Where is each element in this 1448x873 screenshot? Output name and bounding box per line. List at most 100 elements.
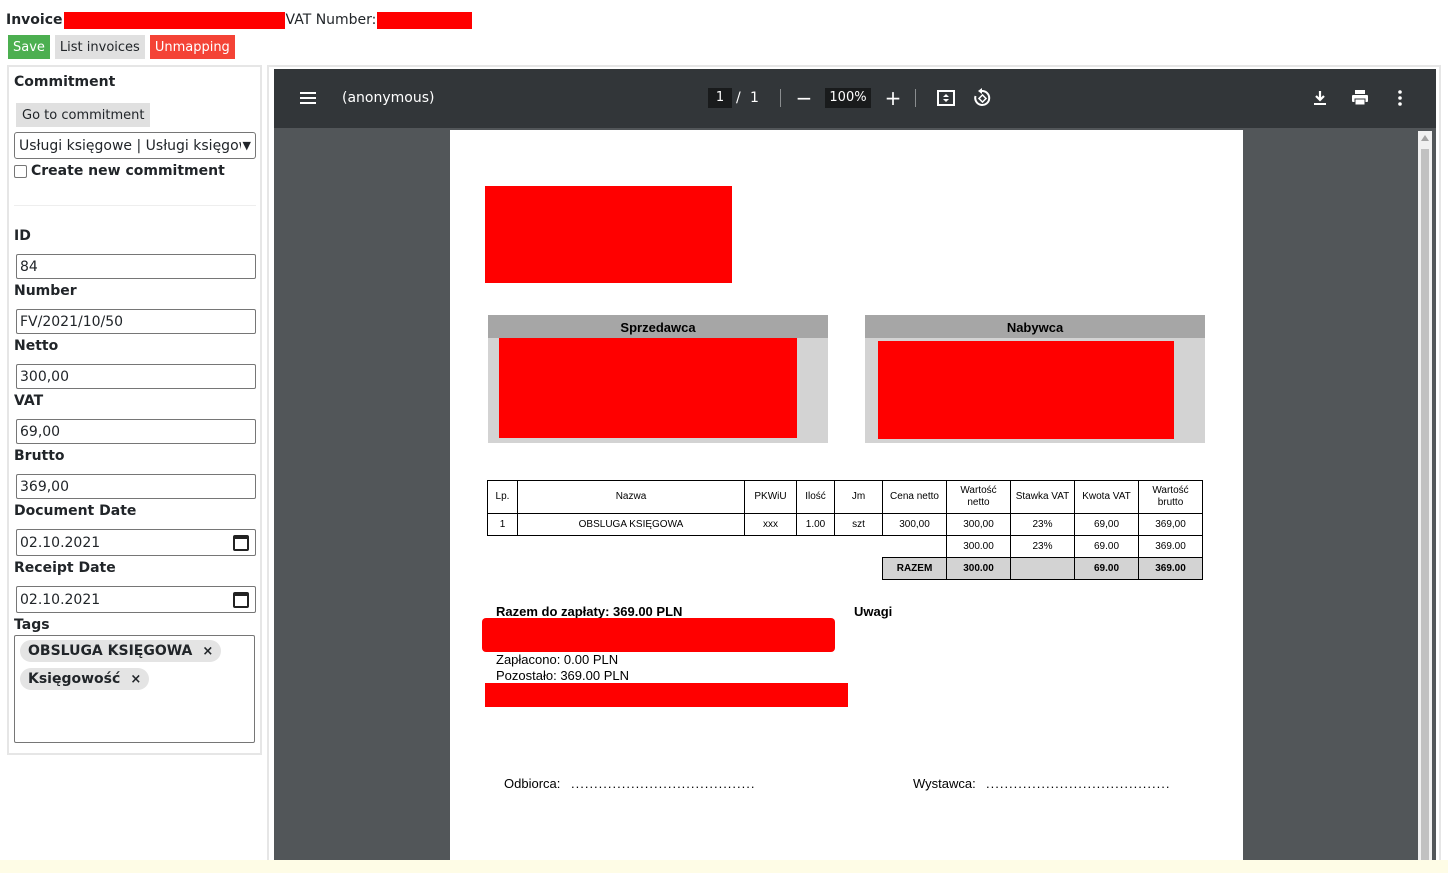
subtotal-row: 300.00 23% 69.00 369.00 (488, 535, 1203, 558)
table-cell: 1 (487, 513, 518, 536)
close-icon[interactable]: × (130, 672, 141, 687)
id-label: ID (14, 228, 31, 244)
toolbar: Save List invoices Unmapping (8, 35, 235, 59)
commitment-select[interactable]: Usługi księgowe | Usługi księgowe ▼ (14, 132, 256, 159)
create-new-commitment-checkbox[interactable] (14, 164, 27, 178)
vat-input[interactable]: 69,00 (16, 419, 256, 444)
receiver-signature-line: ........................................ (571, 776, 756, 791)
invoice-form-panel: Commitment Go to commitment Usługi księg… (7, 65, 262, 755)
subtotal-rate: 23% (1010, 535, 1075, 558)
total-label: RAZEM (882, 557, 947, 580)
total-vat: 69.00 (1074, 557, 1139, 580)
total-rate-empty (1010, 557, 1075, 580)
create-new-commitment[interactable]: Create new commitment (14, 163, 225, 179)
number-input[interactable]: FV/2021/10/50 (16, 309, 256, 334)
table-header: Wartość netto (946, 480, 1011, 514)
list-invoices-button[interactable]: List invoices (54, 35, 145, 59)
table-cell: xxx (744, 513, 797, 536)
create-new-commitment-label: Create new commitment (31, 163, 225, 179)
issuer-label: Wystawca: (913, 776, 976, 791)
table-header: Wartość brutto (1138, 480, 1203, 514)
table-cell: 69,00 (1074, 513, 1139, 536)
menu-icon[interactable] (300, 92, 316, 104)
number-label: Number (14, 283, 77, 299)
table-header: Ilość (796, 480, 835, 514)
receipt-date-label: Receipt Date (14, 560, 116, 576)
tag-label: Księgowość (28, 671, 121, 687)
page-number-input[interactable]: 1 (708, 88, 732, 108)
bottom-bar (0, 860, 1448, 873)
invoice-redacted (63, 11, 285, 29)
table-cell: OBSLUGA KSIĘGOWA (517, 513, 745, 536)
tag-chip: OBSLUGA KSIĘGOWA × (20, 640, 222, 662)
brutto-label: Brutto (14, 448, 65, 464)
id-input[interactable]: 84 (16, 254, 256, 279)
netto-input[interactable]: 300,00 (16, 364, 256, 389)
calendar-icon[interactable] (233, 591, 249, 608)
id-value: 84 (20, 258, 38, 275)
table-cell: 300,00 (946, 513, 1011, 536)
receipt-date-value: 02.10.2021 (20, 591, 101, 608)
scrollbar-thumb[interactable] (1421, 149, 1429, 865)
receipt-date-input[interactable]: 02.10.2021 (16, 586, 256, 613)
issuer-signature-line: ........................................ (986, 776, 1171, 791)
scroll-up-icon[interactable] (1421, 135, 1429, 141)
rotate-icon[interactable] (969, 85, 995, 111)
subtotal-vat: 69.00 (1074, 535, 1139, 558)
tags-input[interactable]: OBSLUGA KSIĘGOWA × Księgowość × (14, 635, 255, 743)
buyer-label: Nabywca (865, 315, 1205, 338)
table-header: Kwota VAT (1074, 480, 1139, 514)
payment-info-redacted (485, 683, 848, 707)
to-pay-text: Razem do zapłaty: 369.00 PLN (496, 604, 683, 619)
remaining-text: Pozostało: 369.00 PLN (496, 668, 629, 683)
table-header: Stawka VAT (1010, 480, 1075, 514)
page-total: 1 (750, 90, 759, 106)
brutto-input[interactable]: 369,00 (16, 474, 256, 499)
vat-label: VAT (14, 393, 44, 409)
subtotal-netto: 300.00 (946, 535, 1011, 558)
chevron-down-icon: ▼ (242, 139, 251, 152)
close-icon[interactable]: × (202, 644, 213, 659)
document-title: (anonymous) (342, 90, 435, 106)
divider (14, 205, 256, 206)
table-header: PKWiU (744, 480, 797, 514)
table-cell: 23% (1010, 513, 1075, 536)
document-date-input[interactable]: 02.10.2021 (16, 529, 256, 556)
netto-label: Netto (14, 338, 59, 354)
minus-icon[interactable]: − (791, 85, 817, 111)
scrollbar[interactable] (1418, 131, 1432, 865)
calendar-icon[interactable] (233, 534, 249, 551)
more-vertical-icon[interactable] (1387, 85, 1413, 111)
total-netto: 300.00 (946, 557, 1011, 580)
total-brutto: 369.00 (1138, 557, 1203, 580)
download-icon[interactable] (1307, 85, 1333, 111)
go-to-commitment-button[interactable]: Go to commitment (16, 103, 151, 127)
table-cell: 300,00 (882, 513, 947, 536)
plus-icon[interactable]: + (880, 85, 906, 111)
subtotal-brutto: 369.00 (1138, 535, 1203, 558)
netto-value: 300,00 (20, 368, 69, 385)
zoom-input[interactable]: 100% (825, 88, 871, 108)
pdf-page: Sprzedawca Nabywca Lp. Nazwa PKWiU Ilość… (450, 130, 1243, 865)
table-cell: szt (834, 513, 883, 536)
toolbar-divider (780, 89, 781, 107)
unmapping-button[interactable]: Unmapping (149, 35, 235, 59)
invoice-label: Invoice (6, 12, 63, 28)
receiver-label: Odbiorca: (504, 776, 561, 791)
table-cell: 369,00 (1138, 513, 1203, 536)
seller-redacted (499, 338, 797, 438)
tags-label: Tags (14, 617, 50, 633)
vat-value: 69,00 (20, 423, 61, 440)
buyer-redacted (878, 341, 1174, 439)
logo-redacted (485, 186, 732, 283)
tag-label: OBSLUGA KSIĘGOWA (28, 643, 193, 659)
seller-label: Sprzedawca (488, 315, 828, 338)
table-header: Nazwa (517, 480, 745, 514)
notes-label: Uwagi (854, 604, 893, 619)
invoice-header: Invoice VAT Number: (6, 10, 473, 30)
number-value: FV/2021/10/50 (20, 313, 124, 330)
commitment-select-value: Usługi księgowe | Usługi księgowe (19, 137, 241, 154)
print-icon[interactable] (1347, 85, 1373, 111)
save-button[interactable]: Save (8, 35, 50, 59)
fit-page-icon[interactable] (933, 85, 959, 111)
